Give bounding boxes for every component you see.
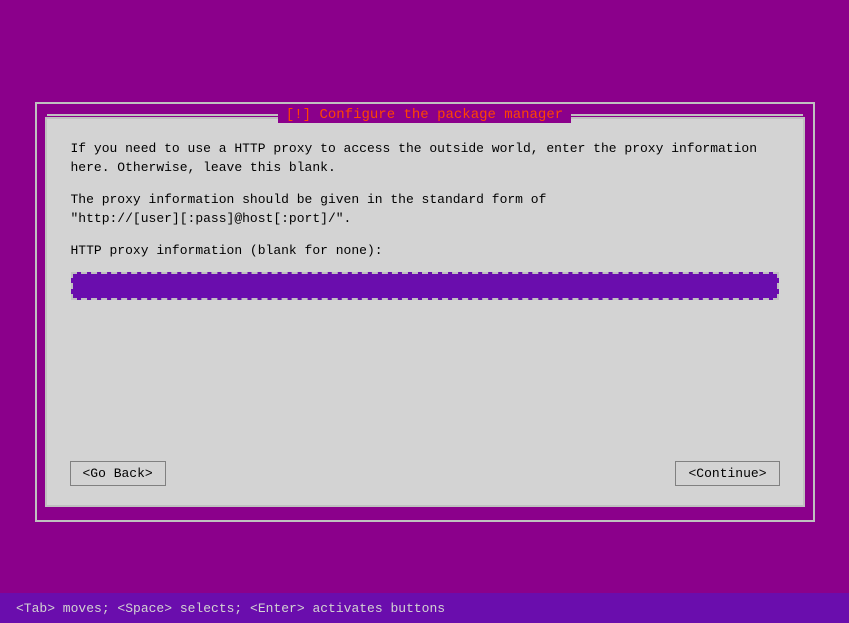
title-line-right <box>571 114 802 116</box>
status-text: <Tab> moves; <Space> selects; <Enter> ac… <box>16 601 445 616</box>
outer-dialog: [!] Configure the package manager If you… <box>35 102 815 522</box>
go-back-button[interactable]: <Go Back> <box>71 462 165 485</box>
title-line-left <box>47 114 278 116</box>
proxy-input[interactable] <box>71 272 779 300</box>
dialog-title-bar: [!] Configure the package manager <box>47 107 803 123</box>
dialog-title: [!] Configure the package manager <box>278 107 571 123</box>
dialog-buttons: <Go Back> <Continue> <box>71 462 779 485</box>
proxy-label: HTTP proxy information (blank for none): <box>71 241 779 261</box>
status-bar: <Tab> moves; <Space> selects; <Enter> ac… <box>0 593 849 623</box>
continue-button[interactable]: <Continue> <box>676 462 778 485</box>
body-text-2: The proxy information should be given in… <box>71 190 779 229</box>
body-text-1: If you need to use a HTTP proxy to acces… <box>71 139 779 178</box>
inner-dialog: [!] Configure the package manager If you… <box>45 117 805 507</box>
dialog-content: If you need to use a HTTP proxy to acces… <box>47 119 803 321</box>
